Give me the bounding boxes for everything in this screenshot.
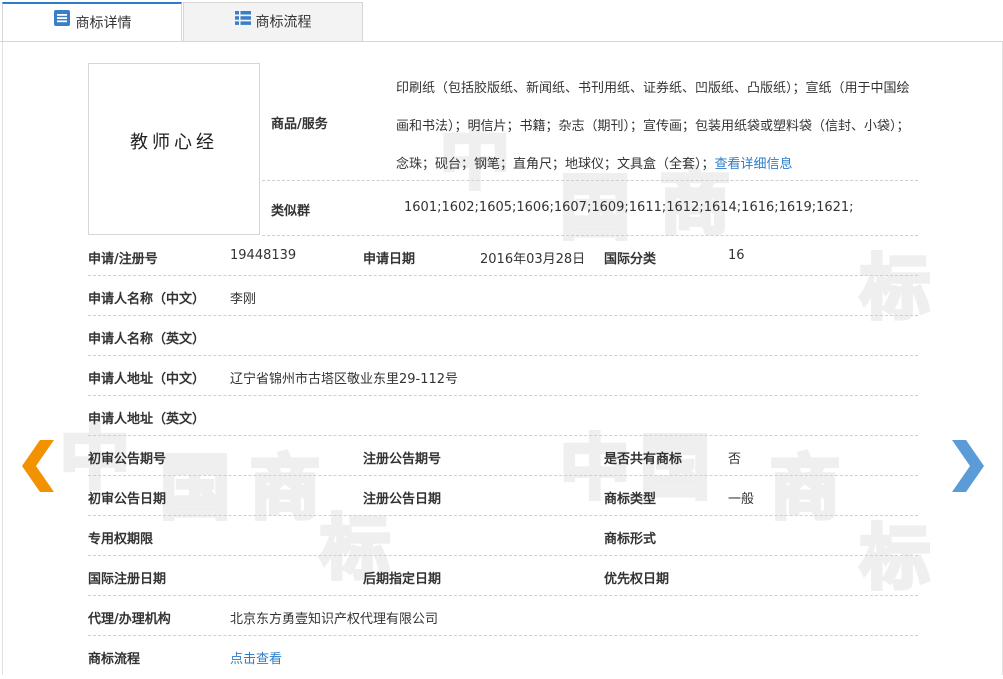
chevron-right-icon: [952, 440, 984, 492]
address-cn-label: 申请人地址（中文）: [88, 372, 206, 387]
tab-label: 商标详情: [75, 15, 132, 32]
apply-date-label: 申请日期: [363, 252, 416, 267]
priority-date-label: 优先权日期: [604, 572, 670, 587]
divider: [88, 355, 918, 356]
detail-icon: [53, 4, 71, 43]
prelim-date-label: 初审公告日期: [88, 492, 167, 507]
flow-label: 商标流程: [88, 652, 141, 667]
list-icon: [234, 3, 251, 42]
divider: [88, 515, 918, 516]
divider: [262, 235, 918, 236]
intl-class-label: 国际分类: [604, 252, 657, 267]
prelim-no-label: 初审公告期号: [88, 452, 167, 467]
trademark-image: 教师心经: [88, 63, 260, 235]
next-arrow-button[interactable]: [950, 440, 984, 492]
intl-reg-date-label: 国际注册日期: [88, 572, 167, 587]
tab-bar: 商标详情 商标流程: [0, 0, 1003, 42]
shared-value: 否: [728, 452, 742, 467]
reg-pub-no-label: 注册公告期号: [363, 452, 442, 467]
divider: [88, 475, 918, 476]
shared-label: 是否共有商标: [604, 452, 683, 467]
address-en-label: 申请人地址（英文）: [88, 412, 206, 427]
reg-pub-date-label: 注册公告日期: [363, 492, 442, 507]
divider: [88, 395, 918, 396]
address-cn-value: 辽宁省锦州市古塔区敬业东里29-112号: [230, 372, 459, 387]
view-flow-link[interactable]: 点击查看: [230, 648, 282, 667]
chevron-left-icon: [22, 440, 54, 492]
prev-arrow-button[interactable]: [22, 440, 56, 492]
later-date-label: 后期指定日期: [363, 572, 442, 587]
similar-group-value: 1601;1602;1605;1606;1607;1609;1611;1612;…: [404, 200, 854, 215]
apply-date-value: 2016年03月28日: [480, 252, 586, 267]
reg-no-value: 19448139: [230, 248, 297, 263]
similar-group-label: 类似群: [271, 204, 311, 219]
divider: [88, 595, 918, 596]
agent-label: 代理/办理机构: [88, 612, 171, 627]
divider: [88, 435, 918, 436]
tm-type-value: 一般: [728, 492, 755, 507]
divider: [88, 275, 918, 276]
trademark-text: 教师心经: [130, 132, 218, 153]
tm-form-label: 商标形式: [604, 532, 657, 547]
applicant-cn-value: 李刚: [230, 292, 257, 307]
intl-class-value: 16: [728, 248, 745, 263]
goods-label: 商品/服务: [271, 117, 328, 132]
divider: [88, 315, 918, 316]
divider: [262, 180, 918, 181]
goods-text: 印刷纸（包括胶版纸、新闻纸、书刊用纸、证券纸、凹版纸、凸版纸）；宣纸（用于中国绘…: [396, 70, 916, 184]
goods-value: 印刷纸（包括胶版纸、新闻纸、书刊用纸、证券纸、凹版纸、凸版纸）；宣纸（用于中国绘…: [396, 81, 910, 172]
tm-type-label: 商标类型: [604, 492, 657, 507]
applicant-en-label: 申请人名称（英文）: [88, 332, 206, 347]
applicant-cn-label: 申请人名称（中文）: [88, 292, 206, 307]
tab-trademark-detail[interactable]: 商标详情: [2, 2, 182, 42]
tab-trademark-flow[interactable]: 商标流程: [183, 2, 363, 41]
divider: [88, 555, 918, 556]
reg-no-label: 申请/注册号: [88, 252, 158, 267]
tab-label: 商标流程: [255, 14, 312, 31]
exclusive-term-label: 专用权期限: [88, 532, 154, 547]
divider: [88, 635, 918, 636]
view-detail-link[interactable]: 查看详细信息: [715, 157, 793, 172]
agent-value: 北京东方勇壹知识产权代理有限公司: [230, 612, 439, 627]
